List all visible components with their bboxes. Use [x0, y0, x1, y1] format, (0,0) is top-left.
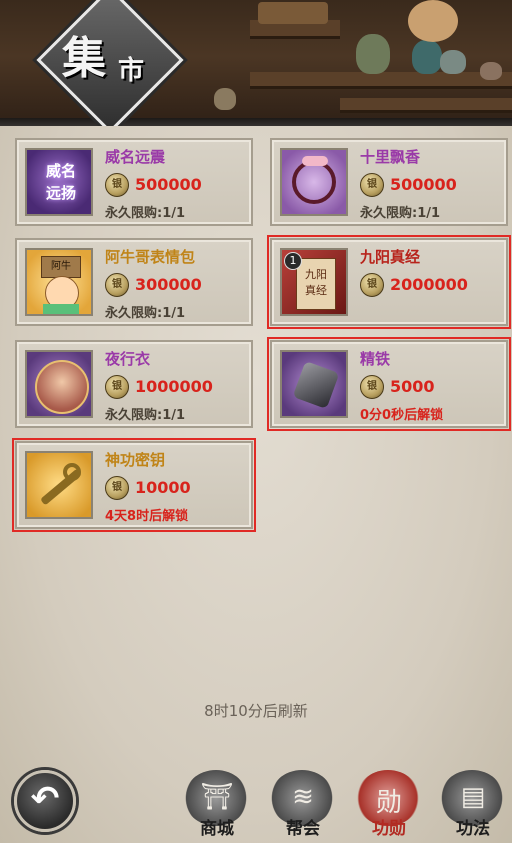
tab-label: 功法 — [456, 819, 490, 839]
coin-icon: 银 — [360, 273, 384, 297]
item-price: 10000 — [135, 478, 191, 497]
shop-item-card[interactable]: 精铁 银 5000 0分0秒后解锁 — [267, 337, 511, 431]
blossom-icon — [302, 156, 328, 166]
body-icon — [43, 304, 79, 314]
tab-label: 帮会 — [286, 819, 320, 839]
item-thumbnail — [25, 350, 93, 418]
iron-ore-icon — [292, 360, 340, 410]
coin-icon: 银 — [105, 476, 129, 500]
shop-item-card[interactable]: 神功密钥 银 10000 4天8时后解锁 — [12, 438, 256, 532]
item-limit: 永久限购:1/1 — [360, 206, 441, 221]
item-thumbnail: 威名 远扬 — [25, 148, 93, 216]
item-price: 5000 — [390, 377, 435, 396]
back-arrow-icon: ↶ — [30, 779, 60, 819]
tab-skills[interactable]: ▤ 功法 — [434, 766, 512, 840]
gate-icon: ⛩ — [200, 782, 234, 812]
key-ring-icon — [63, 463, 81, 481]
item-unlock-timer: 4天8时后解锁 — [105, 509, 189, 524]
tab-label: 商城 — [200, 819, 234, 839]
coin-icon: 银 — [105, 375, 129, 399]
header-divider — [0, 118, 512, 126]
shop-item-card[interactable]: 威名 远扬 威名远震 银 500000 永久限购:1/1 — [15, 138, 253, 226]
back-button[interactable]: ↶ — [14, 770, 76, 832]
coin-icon: 银 — [360, 375, 384, 399]
pot-decoration — [214, 88, 236, 110]
box-decoration — [258, 2, 328, 24]
item-limit: 永久限购:1/1 — [105, 306, 186, 321]
item-thumbnail: 九阳 真经 1 — [280, 248, 348, 316]
sign-board-icon: 阿牛 — [41, 256, 81, 278]
shop-item-card[interactable]: 九阳 真经 1 九阳真经 银 2000000 — [267, 235, 511, 329]
tab-merit[interactable]: 勋 功勋 — [350, 766, 428, 840]
item-name: 精铁 — [360, 350, 391, 368]
item-limit: 永久限购:1/1 — [105, 206, 186, 221]
item-name: 神功密钥 — [105, 451, 166, 469]
item-name: 九阳真经 — [360, 248, 421, 266]
shelf — [250, 72, 512, 89]
shop-header: 集 市 — [0, 0, 512, 126]
portrait-icon — [35, 360, 89, 414]
item-price: 500000 — [135, 175, 202, 194]
item-price: 1000000 — [135, 377, 213, 396]
vase-decoration — [412, 40, 442, 74]
mask-decoration — [408, 0, 458, 42]
item-unlock-timer: 0分0秒后解锁 — [360, 408, 444, 423]
vase-decoration — [356, 34, 390, 74]
tab-label: 功勋 — [372, 819, 406, 839]
shop-item-card[interactable]: 阿牛 阿牛哥表情包 银 300000 永久限购:1/1 — [15, 238, 253, 326]
title-scroll-icon: 威名 远扬 — [45, 162, 76, 202]
flower-ring-icon — [292, 160, 336, 204]
item-thumbnail — [280, 148, 348, 216]
item-name: 夜行衣 — [105, 350, 151, 368]
quantity-badge: 1 — [284, 252, 302, 270]
coin-icon: 银 — [360, 173, 384, 197]
book-icon: ▤ — [460, 782, 486, 812]
title-sub: 市 — [118, 56, 147, 86]
item-thumbnail — [25, 451, 93, 519]
shelf — [340, 98, 512, 113]
coin-icon: 银 — [105, 273, 129, 297]
vase-decoration — [440, 50, 466, 74]
refresh-timer: 8时10分后刷新 — [204, 702, 308, 720]
cloud-icon: ≋ — [292, 782, 314, 812]
tab-shop[interactable]: ⛩ 商城 — [178, 766, 256, 840]
item-thumbnail — [280, 350, 348, 418]
item-price: 300000 — [135, 275, 202, 294]
item-price: 2000000 — [390, 275, 468, 294]
item-thumbnail: 阿牛 — [25, 248, 93, 316]
item-name: 阿牛哥表情包 — [105, 248, 196, 266]
tab-guild[interactable]: ≋ 帮会 — [264, 766, 342, 840]
page-title: 集 市 — [62, 14, 182, 104]
shop-item-card[interactable]: 十里飘香 银 500000 永久限购:1/1 — [270, 138, 508, 226]
shop-item-card[interactable]: 夜行衣 银 1000000 永久限购:1/1 — [15, 340, 253, 428]
title-main: 集 — [62, 33, 108, 84]
scroll-book-icon: 九阳 真经 — [296, 258, 336, 310]
item-price: 500000 — [390, 175, 457, 194]
item-limit: 永久限购:1/1 — [105, 408, 186, 423]
item-name: 十里飘香 — [360, 148, 421, 166]
bird-decoration — [480, 62, 502, 80]
item-name: 威名远震 — [105, 148, 166, 166]
coin-icon: 银 — [105, 173, 129, 197]
